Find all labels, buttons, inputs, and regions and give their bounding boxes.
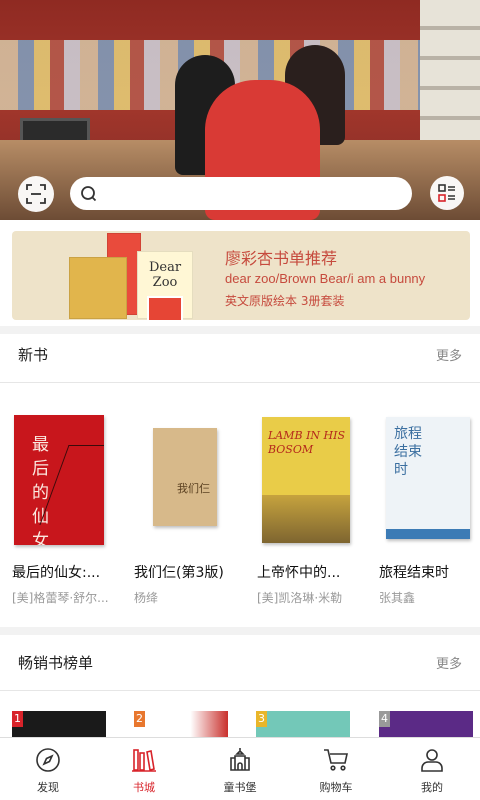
scan-button[interactable] — [18, 176, 54, 212]
bestsellers-header: 畅销书榜单 更多 — [0, 635, 480, 691]
tab-profile[interactable]: 我的 — [384, 738, 480, 800]
tab-label: 童书堡 — [223, 781, 257, 794]
search-bar[interactable] — [70, 177, 412, 210]
cart-icon — [324, 749, 348, 771]
rank-badge: 2 — [134, 711, 145, 727]
cover-art — [262, 495, 350, 543]
bookshelf-icon — [132, 749, 156, 772]
compass-icon — [36, 748, 60, 772]
book-cover: Dear Zoo — [137, 251, 193, 320]
section-divider — [0, 627, 480, 635]
new-books-header: 新书 更多 — [0, 327, 480, 383]
cover-title: 旅程结束时 — [394, 426, 422, 478]
section-title: 新书 — [18, 346, 49, 364]
cover-art — [386, 529, 470, 539]
more-link[interactable]: 更多 — [436, 653, 462, 672]
tab-label: 购物车 — [319, 781, 353, 794]
search-icon — [81, 185, 97, 201]
tab-label: 发现 — [37, 781, 59, 794]
promo-title: 廖彩杏书单推荐 — [225, 249, 338, 268]
castle-icon — [230, 748, 250, 771]
tab-kids-books[interactable]: 童书堡 — [192, 738, 288, 800]
book-title[interactable]: 我们仨(第3版) — [134, 562, 238, 582]
tab-discover[interactable]: 发现 — [0, 738, 96, 800]
book-cover[interactable]: 我们仨 — [153, 428, 217, 526]
user-icon — [421, 749, 443, 772]
book-author: [美]凯洛琳·米勒 — [257, 591, 343, 605]
book-cover[interactable]: LAMB IN HIS BOSOM — [262, 417, 350, 543]
rank-badge: 4 — [379, 711, 390, 727]
section-title: 畅销书榜单 — [18, 654, 94, 672]
tab-bookstore[interactable]: 书城 — [96, 738, 192, 800]
category-list-icon — [438, 184, 455, 202]
book-cover[interactable]: 最后的仙女 — [14, 415, 104, 545]
cover-title: Dear Zoo — [148, 260, 182, 290]
book-cover[interactable]: 旅程结束时 — [386, 417, 470, 539]
book-author: 杨绛 — [134, 591, 159, 605]
search-input[interactable] — [106, 185, 386, 202]
tab-label: 书城 — [133, 781, 155, 794]
book-title[interactable]: 旅程结束时 — [379, 562, 474, 582]
book-author: 张其鑫 — [379, 591, 416, 605]
promo-banner[interactable]: Dear Zoo 廖彩杏书单推荐 dear zoo/Brown Bear/i a… — [12, 231, 470, 320]
cover-title: 我们仨 — [177, 482, 210, 495]
book-title[interactable]: 最后的仙女:... — [12, 562, 116, 582]
book-author: [美]格蕾琴·舒尔... — [12, 591, 109, 605]
tab-label: 我的 — [421, 781, 443, 794]
cover-art — [147, 296, 183, 320]
more-link[interactable]: 更多 — [436, 345, 462, 364]
hero-rack — [420, 0, 480, 140]
promo-book-covers: Dear Zoo — [67, 231, 197, 320]
category-button[interactable] — [430, 176, 464, 210]
tab-cart[interactable]: 购物车 — [288, 738, 384, 800]
bottom-tab-bar: 发现 书城 童书堡 购物车 我的 — [0, 737, 480, 800]
cover-title: 最后的仙女 — [32, 435, 49, 545]
rank-badge: 3 — [256, 711, 267, 727]
promo-subtitle: 英文原版绘本 3册套装 — [225, 294, 345, 308]
cover-title: LAMB IN HIS BOSOM — [268, 429, 346, 456]
rank-badge: 1 — [12, 711, 23, 727]
book-cover — [69, 257, 127, 319]
scan-icon — [26, 184, 46, 204]
promo-subtitle: dear zoo/Brown Bear/i am a bunny — [225, 271, 426, 286]
book-title[interactable]: 上帝怀中的... — [257, 562, 361, 582]
